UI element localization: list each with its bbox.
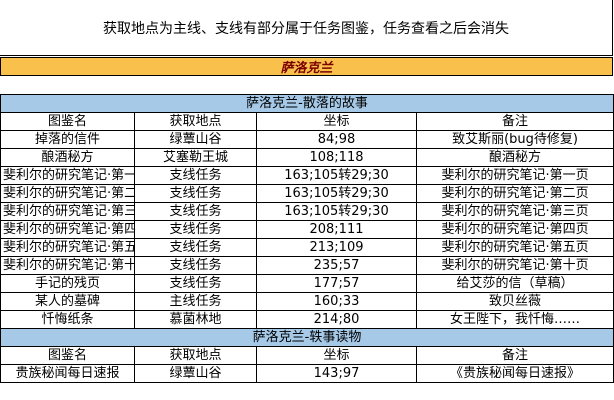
item-name-cell[interactable]: 酿酒秘方 [0, 148, 135, 167]
column-header[interactable]: 获取地点 [134, 346, 257, 365]
remark-cell[interactable]: 斐利尔的研究笔记·第三页 [415, 202, 614, 221]
coordinate-cell[interactable]: 84;98 [256, 130, 417, 149]
column-header[interactable]: 坐标 [256, 112, 417, 131]
coordinate-cell[interactable]: 177;57 [256, 274, 417, 293]
table-body: 萨洛克兰-散落的故事 图鉴名 获取地点 坐标 备注 掉落的信件 绿蕈山谷 84;98 致艾斯丽(… [0, 94, 614, 383]
item-name-cell[interactable]: 某人的墓碑 [0, 292, 135, 311]
location-cell[interactable]: 支线任务 [134, 202, 257, 221]
table-row: 某人的墓碑 主线任务 160;33 致贝丝薇 [0, 292, 614, 311]
item-name-cell[interactable]: 斐利尔的研究笔记·第三页 [0, 202, 135, 221]
column-header[interactable]: 备注 [415, 346, 614, 365]
item-name-cell[interactable]: 贵族秘闻每日速报 [0, 364, 135, 383]
collection-table: 萨洛克兰-散落的故事 图鉴名 获取地点 坐标 备注 掉落的信件 绿蕈山谷 84;98 致艾斯丽(… [0, 94, 614, 383]
location-cell[interactable]: 艾塞勒王城 [134, 148, 257, 167]
column-header[interactable]: 坐标 [256, 346, 417, 365]
coordinate-cell[interactable]: 143;97 [256, 364, 417, 383]
column-header-row: 图鉴名 获取地点 坐标 备注 [0, 346, 614, 365]
table-row: 手记的残页 支线任务 177;57 给艾莎的信（草稿） [0, 274, 614, 293]
section-title[interactable]: 萨洛克兰-散落的故事 [0, 94, 614, 113]
column-header[interactable]: 备注 [415, 112, 614, 131]
location-cell[interactable]: 绿蕈山谷 [134, 364, 257, 383]
column-header[interactable]: 图鉴名 [0, 346, 135, 365]
location-cell[interactable]: 绿蕈山谷 [134, 130, 257, 149]
coordinate-cell[interactable]: 163;105转29;30 [256, 166, 417, 185]
item-name-cell[interactable]: 斐利尔的研究笔记·第四页 [0, 220, 135, 239]
location-cell[interactable]: 支线任务 [134, 184, 257, 203]
item-name-cell[interactable]: 斐利尔的研究笔记·第一页 [0, 166, 135, 185]
region-title: 萨洛克兰 [0, 57, 613, 76]
remark-cell[interactable]: 《贵族秘闻每日速报》 [415, 364, 614, 383]
section-title-row: 萨洛克兰-轶事读物 [0, 328, 614, 347]
item-name-cell[interactable]: 忏悔纸条 [0, 310, 135, 329]
coordinate-cell[interactable]: 208;111 [256, 220, 417, 239]
coordinate-cell[interactable]: 213;109 [256, 238, 417, 257]
location-cell[interactable]: 主线任务 [134, 292, 257, 311]
location-cell[interactable]: 支线任务 [134, 256, 257, 275]
location-cell[interactable]: 支线任务 [134, 220, 257, 239]
section-title-row: 萨洛克兰-散落的故事 [0, 94, 614, 113]
table-row: 斐利尔的研究笔记·第十页支线任务235;57斐利尔的研究笔记·第十页 [0, 256, 614, 275]
table-row: 斐利尔的研究笔记·第五页支线任务213;109斐利尔的研究笔记·第五页 [0, 238, 614, 257]
remark-cell[interactable]: 斐利尔的研究笔记·第二页 [415, 184, 614, 203]
item-name-cell[interactable]: 斐利尔的研究笔记·第二页 [0, 184, 135, 203]
remark-cell[interactable]: 给艾莎的信（草稿） [415, 274, 614, 293]
coordinate-cell[interactable]: 108;118 [256, 148, 417, 167]
coordinate-cell[interactable]: 163;105转29;30 [256, 202, 417, 221]
item-name-cell[interactable]: 手记的残页 [0, 274, 135, 293]
table-row: 斐利尔的研究笔记·第四页支线任务208;111斐利尔的研究笔记·第四页 [0, 220, 614, 239]
location-cell[interactable]: 慕菌林地 [134, 310, 257, 329]
table-row: 掉落的信件 绿蕈山谷 84;98 致艾斯丽(bug待修复) [0, 130, 614, 149]
item-name-cell[interactable]: 斐利尔的研究笔记·第五页 [0, 238, 135, 257]
item-name-cell[interactable]: 斐利尔的研究笔记·第十页 [0, 256, 135, 275]
remark-cell[interactable]: 女王陛下，我忏悔…… [415, 310, 614, 329]
remark-cell[interactable]: 斐利尔的研究笔记·第五页 [415, 238, 614, 257]
table-row: 忏悔纸条 慕菌林地 214;80 女王陛下，我忏悔…… [0, 310, 614, 329]
coordinate-cell[interactable]: 235;57 [256, 256, 417, 275]
coordinate-cell[interactable]: 160;33 [256, 292, 417, 311]
blank-row [0, 76, 614, 94]
column-header[interactable]: 图鉴名 [0, 112, 135, 131]
remark-cell[interactable]: 斐利尔的研究笔记·第十页 [415, 256, 614, 275]
table-row: 酿酒秘方 艾塞勒王城 108;118 酿酒秘方 [0, 148, 614, 167]
table-row: 贵族秘闻每日速报 绿蕈山谷 143;97 《贵族秘闻每日速报》 [0, 364, 614, 383]
section-title[interactable]: 萨洛克兰-轶事读物 [0, 328, 614, 347]
location-cell[interactable]: 支线任务 [134, 274, 257, 293]
table-row: 斐利尔的研究笔记·第三页支线任务163;105转29;30斐利尔的研究笔记·第三… [0, 202, 614, 221]
table-row: 斐利尔的研究笔记·第一页支线任务163;105转29;30斐利尔的研究笔记·第一… [0, 166, 614, 185]
column-header-row: 图鉴名 获取地点 坐标 备注 [0, 112, 614, 131]
table-row: 斐利尔的研究笔记·第二页支线任务163;105转29;30斐利尔的研究笔记·第二… [0, 184, 614, 203]
coordinate-cell[interactable]: 163;105转29;30 [256, 184, 417, 203]
column-header[interactable]: 获取地点 [134, 112, 257, 131]
location-cell[interactable]: 支线任务 [134, 166, 257, 185]
location-cell[interactable]: 支线任务 [134, 238, 257, 257]
item-name-cell[interactable]: 掉落的信件 [0, 130, 135, 149]
remark-cell[interactable]: 酿酒秘方 [415, 148, 614, 167]
remark-cell[interactable]: 致艾斯丽(bug待修复) [415, 130, 614, 149]
remark-cell[interactable]: 斐利尔的研究笔记·第四页 [415, 220, 614, 239]
remark-cell[interactable]: 致贝丝薇 [415, 292, 614, 311]
spreadsheet: 获取地点为主线、支线有部分属于任务图鉴，任务查看之后会消失 萨洛克兰 萨洛克兰-… [0, 0, 614, 400]
coordinate-cell[interactable]: 214;80 [256, 310, 417, 329]
remark-cell[interactable]: 斐利尔的研究笔记·第一页 [415, 166, 614, 185]
header-note: 获取地点为主线、支线有部分属于任务图鉴，任务查看之后会消失 [0, 0, 613, 56]
